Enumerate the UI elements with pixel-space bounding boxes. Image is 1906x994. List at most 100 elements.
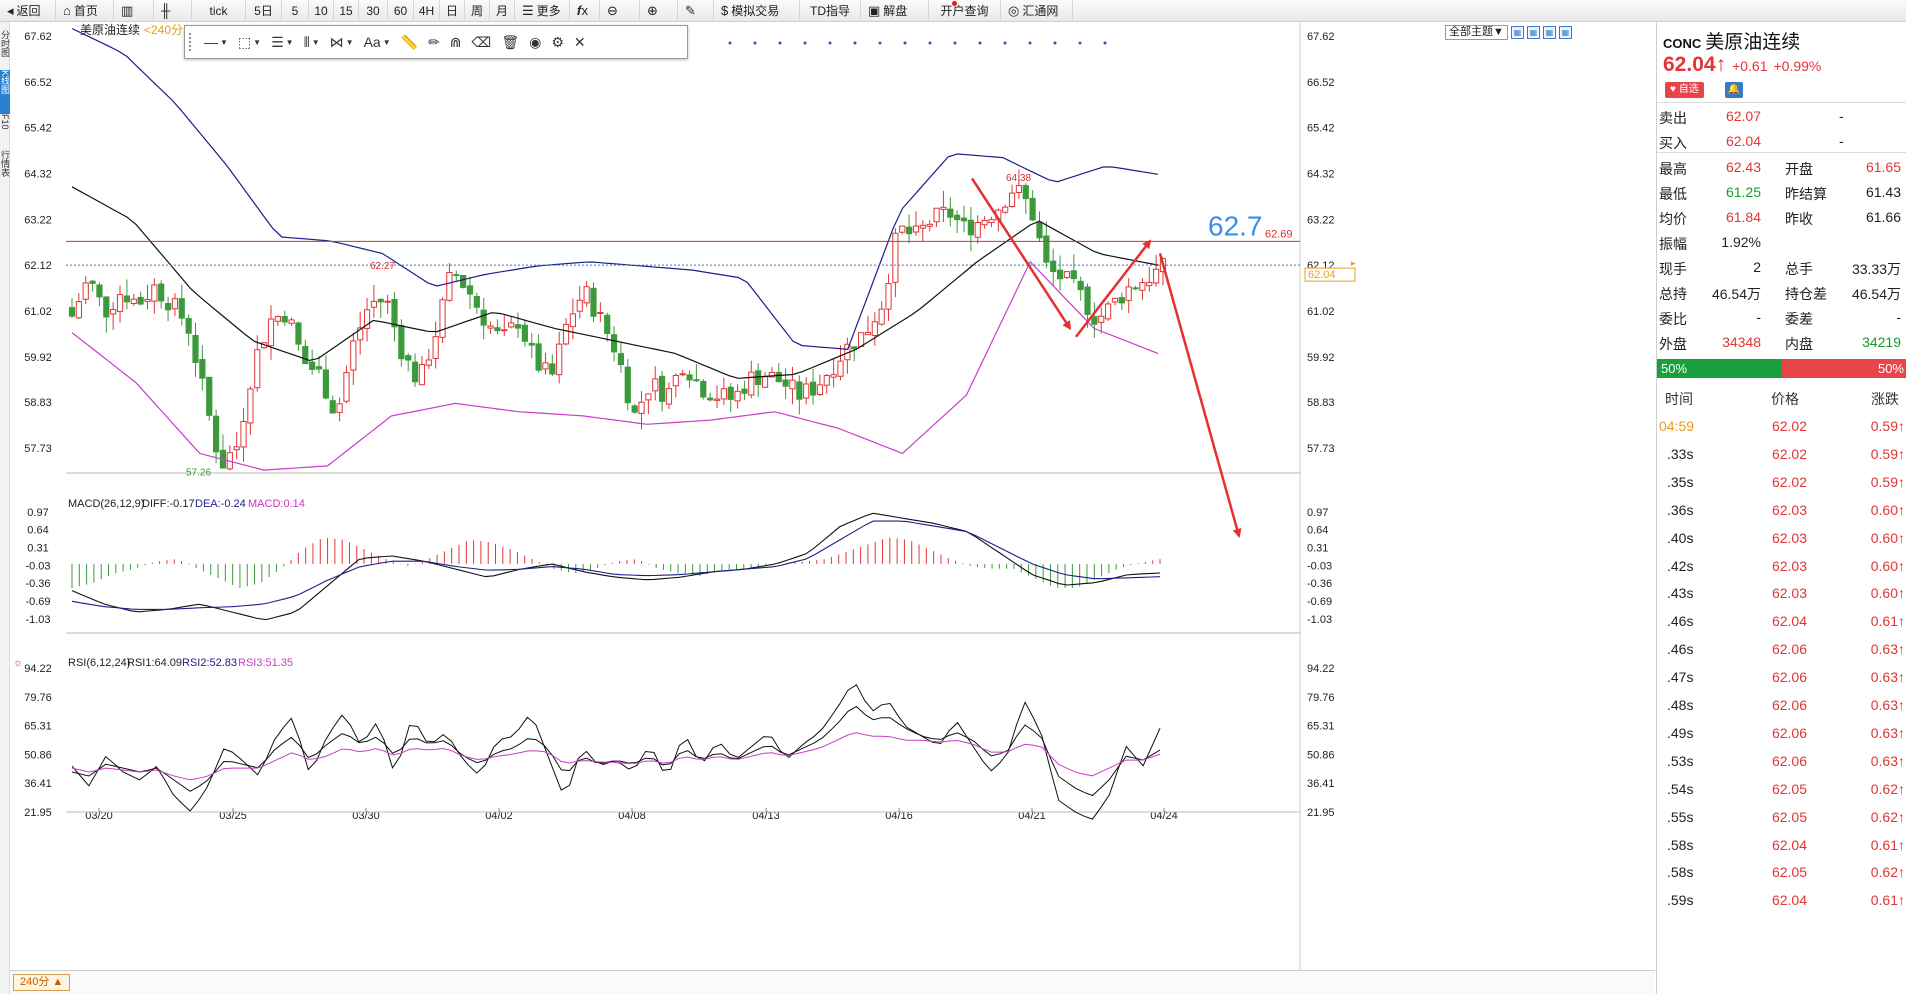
text-tool-button[interactable]: Aa ▼ (359, 30, 396, 54)
bell-icon[interactable]: 🔔 (1725, 82, 1743, 98)
account-query-button[interactable]: 开户查询 (929, 0, 1001, 22)
candle-body (809, 381, 817, 396)
event-marker (853, 41, 857, 45)
close-icon[interactable]: ✕ (569, 30, 591, 54)
candle-body (1111, 297, 1119, 303)
add-watchlist-button[interactable]: ♥ 自选 (1665, 82, 1704, 98)
more-button-label: 更多 (536, 4, 561, 18)
period-4h[interactable]: 4H (414, 0, 440, 22)
rsi2-line (71, 705, 1161, 797)
candle-body (281, 316, 288, 323)
stat-row: 最高 62.43 开盘 61.65 (1657, 155, 1906, 180)
tick-time: .43s (1667, 585, 1694, 602)
event-marker (978, 41, 982, 45)
home-button[interactable]: ⌂ 首页 (56, 0, 114, 22)
stat-row: 委比 - 委差 - (1657, 305, 1906, 330)
tick-change: 0.59↑ (1870, 445, 1905, 462)
period-5[interactable]: 5 (282, 0, 309, 22)
tick-change: 0.63↑ (1870, 697, 1905, 713)
candle-body (906, 226, 913, 235)
macd-axis-right: -0.03 (1307, 561, 1332, 573)
trash-icon[interactable]: 🗑 (496, 30, 524, 54)
candle-body (816, 384, 824, 395)
tab-quote-table[interactable]: 行情表 (0, 150, 10, 194)
candle-body (1022, 185, 1029, 200)
period-day-label: 日 (446, 4, 459, 18)
layout-3-icon[interactable]: ▦ (1542, 26, 1556, 39)
candle-body (254, 349, 261, 389)
pen-icon[interactable]: ✏ (423, 30, 445, 54)
period-week[interactable]: 周 (465, 0, 490, 22)
period-day[interactable]: 日 (440, 0, 465, 22)
zoom-in-button[interactable]: ⊕ (640, 0, 678, 22)
stat-value-2: 61.65 (1865, 159, 1901, 175)
layout-4-icon[interactable]: ▦ (1558, 26, 1572, 39)
candle-body (425, 359, 432, 366)
more-button[interactable]: ☰ 更多 (515, 0, 570, 22)
macd-title: MACD(26,12,9) (68, 498, 144, 510)
macd-diff-line (71, 512, 1161, 621)
td-guide-button[interactable]: TD指导 (800, 0, 861, 22)
tab-timeshare[interactable]: 分时图 (0, 30, 10, 70)
candle-body (418, 364, 426, 386)
magnet-icon[interactable]: ⋒ (445, 30, 467, 54)
gann-tool-button[interactable]: ⦀ ▼ (299, 30, 325, 54)
candle-body (123, 295, 130, 303)
period-month[interactable]: 月 (490, 0, 515, 22)
draw-button[interactable]: ✎ (678, 0, 714, 22)
tick-time: .59s (1667, 892, 1694, 909)
period-10[interactable]: 10 (309, 0, 334, 22)
layout-2-icon[interactable]: ▦ (1526, 26, 1540, 39)
tab-kline[interactable]: K线图 (0, 70, 10, 114)
kline-chart-area[interactable]: 美原油连续 <240分 67.62 67.62 66.52 66.52 65.42 65.42… (10, 22, 1655, 970)
stat-row: 最低 61.25 昨结算 61.43 (1657, 180, 1906, 205)
theme-dropdown[interactable]: 全部主题▼ (1445, 25, 1508, 40)
back-button[interactable]: ◂ 返回 (0, 0, 56, 22)
huitong-button[interactable]: ◎ 汇通网 (1001, 0, 1073, 22)
tick-row: .58s 62.05 0.62↑ (1657, 858, 1906, 886)
candle-body (377, 298, 384, 303)
pattern-tool-button[interactable]: ⋈ ▼ (325, 30, 359, 54)
line-tool-button[interactable]: — ▼ (199, 30, 233, 54)
chart-period: <240分 (144, 23, 183, 37)
rect-tool-button[interactable]: ⬚ ▼ (233, 30, 266, 54)
divider (1657, 102, 1906, 103)
tab-f10[interactable]: F10 (0, 114, 10, 150)
indicator-lines (71, 27, 1159, 471)
quote-panel: CONC 美原油连续 62.04↑ +0.61 +0.99% ♥ 自选 🔔 卖出 62.… (1656, 22, 1906, 994)
period-5day[interactable]: 5日 (246, 0, 282, 22)
sell-ratio: 50% (1782, 359, 1906, 378)
bars-icon-button[interactable]: ▥ (114, 0, 154, 22)
rsi-axis-right: 65.31 (1307, 721, 1335, 733)
period-select-button[interactable]: 240分 ▲ (13, 974, 71, 991)
layout-1-icon[interactable]: ▦ (1510, 26, 1524, 39)
instrument-name: 美原油连续 (1705, 32, 1801, 53)
tick-price: 62.06 (1771, 669, 1807, 686)
stat-label-2: 内盘 (1785, 336, 1813, 352)
ruler-icon[interactable]: 📏 (396, 30, 423, 54)
left-price-label: 57.73 (24, 443, 52, 455)
period-30[interactable]: 30 (359, 0, 388, 22)
eye-icon[interactable]: ◉ (524, 30, 546, 54)
left-price-label: 65.42 (24, 123, 52, 135)
candle-body (453, 274, 460, 277)
tick-price: 62.04 (1771, 613, 1807, 630)
analysis-button[interactable]: ▣ 解盘 (861, 0, 929, 22)
settings-gear-icon[interactable]: ⚙ (546, 30, 569, 54)
drag-handle[interactable] (188, 32, 193, 52)
stat-value-2: - (1896, 309, 1901, 325)
period-15[interactable]: 15 (334, 0, 359, 22)
formula-button[interactable]: 𝒇x (570, 0, 600, 22)
candles-icon-button[interactable]: ╫ (154, 0, 192, 22)
hline-value-label: 62.69 (1265, 228, 1293, 240)
last-price: 62.04 (1663, 53, 1716, 76)
tick-row: .46s 62.04 0.61↑ (1657, 607, 1906, 635)
period-60[interactable]: 60 (388, 0, 414, 22)
sim-trade-button[interactable]: $ 模拟交易 (714, 0, 800, 22)
zoom-out-button[interactable]: ⊖ (600, 0, 640, 22)
fib-tool-button[interactable]: ☰ ▼ (266, 30, 298, 54)
tick-time: .49s (1667, 724, 1694, 741)
eraser-icon[interactable]: ⌫ (467, 30, 497, 54)
period-tick[interactable]: tick (192, 0, 246, 22)
candle-body (398, 324, 405, 360)
